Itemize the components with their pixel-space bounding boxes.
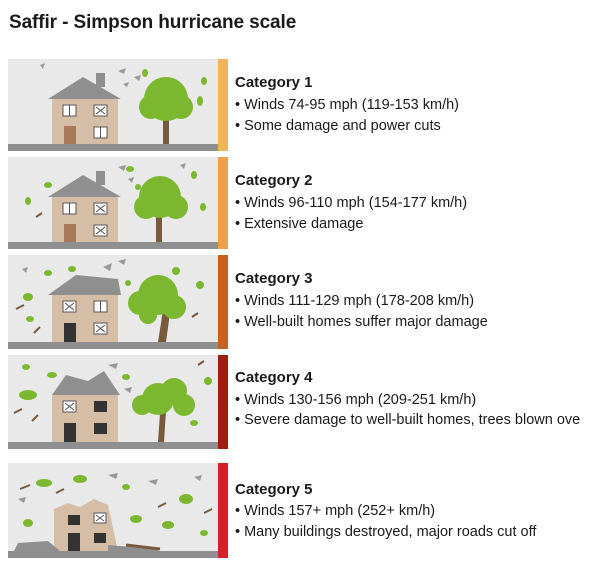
category-3-damage: • Well-built homes suffer major damage [235, 314, 488, 330]
category-color-bar-1 [218, 59, 228, 151]
category-row-3: Category 3 • Winds 111-129 mph (178-208 … [0, 255, 612, 349]
scene-illustration-1 [8, 59, 218, 151]
scene-illustration-3 [8, 255, 218, 349]
scene-illustration-4 [8, 355, 218, 449]
category-1-winds: • Winds 74-95 mph (119-153 km/h) [235, 97, 460, 113]
scene-illustration-2 [8, 157, 218, 249]
category-color-bar-4 [218, 355, 228, 449]
category-5-winds: • Winds 157+ mph (252+ km/h) [235, 503, 436, 519]
category-row-5: Category 5 • Winds 157+ mph (252+ km/h) … [0, 463, 612, 558]
category-row-1: Category 1 • Winds 74-95 mph (119-153 km… [0, 59, 612, 151]
category-title-4: Category 4 [235, 369, 313, 386]
category-title-3: Category 3 [235, 270, 313, 287]
scene-illustration-5 [8, 463, 218, 558]
category-4-damage: • Severe damage to well-built homes, tre… [235, 412, 581, 428]
category-row-4: Category 4 • Winds 130-156 mph (209-251 … [0, 355, 612, 449]
category-2-damage: • Extensive damage [235, 216, 364, 232]
category-title-5: Category 5 [235, 481, 313, 498]
category-4-winds: • Winds 130-156 mph (209-251 km/h) [235, 392, 477, 408]
category-color-bar-5 [218, 463, 228, 558]
category-3-winds: • Winds 111-129 mph (178-208 km/h) [235, 293, 475, 309]
category-2-winds: • Winds 96-110 mph (154-177 km/h) [235, 195, 468, 211]
category-row-2: Category 2 • Winds 96-110 mph (154-177 k… [0, 157, 612, 249]
category-title-2: Category 2 [235, 172, 313, 189]
category-title-1: Category 1 [235, 74, 313, 91]
category-1-damage: • Some damage and power cuts [235, 118, 441, 134]
category-5-damage: • Many buildings destroyed, major roads … [235, 524, 537, 540]
category-color-bar-2 [218, 157, 228, 249]
page-title: Saffir - Simpson hurricane scale [9, 12, 297, 33]
category-color-bar-3 [218, 255, 228, 349]
